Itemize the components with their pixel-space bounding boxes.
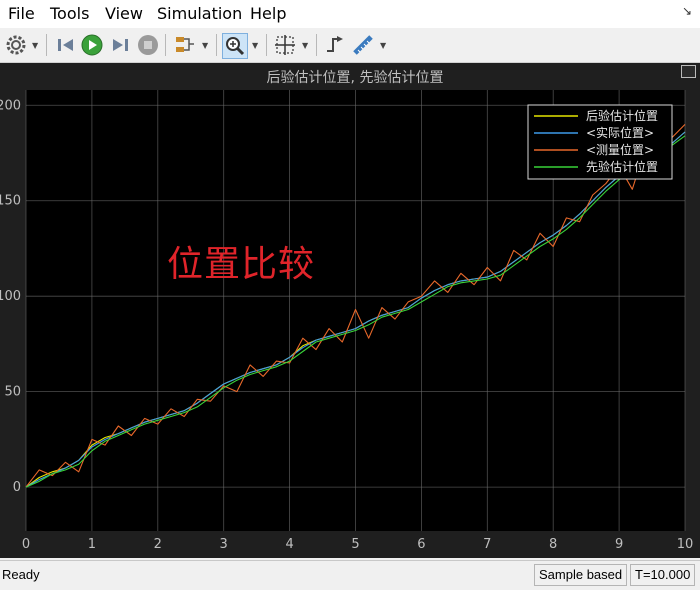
fit-to-view-icon[interactable] bbox=[273, 33, 297, 57]
legend-label: <实际位置> bbox=[586, 125, 654, 140]
legend-label: 后验估计位置 bbox=[586, 108, 658, 123]
y-tick-label: 150 bbox=[0, 194, 21, 209]
toolbar-separator bbox=[266, 34, 267, 56]
chevron-down-icon[interactable]: ▼ bbox=[202, 41, 208, 50]
legend-label: 先验估计位置 bbox=[586, 159, 658, 174]
chart: 后验估计位置, 先验估计位置 0 1 2 3 4 5 6 7 8 9 10050100150200 … bbox=[0, 70, 694, 552]
y-tick-label: 200 bbox=[0, 98, 21, 113]
zoom-in-icon[interactable] bbox=[222, 33, 248, 59]
menu-tools[interactable]: Tools bbox=[50, 4, 89, 23]
x-tick-label: 1 bbox=[88, 537, 96, 552]
x-tick-label: 3 bbox=[220, 537, 228, 552]
toolbar-separator bbox=[165, 34, 166, 56]
signal-selector-icon[interactable] bbox=[173, 33, 197, 57]
status-ready: Ready bbox=[2, 567, 40, 582]
y-tick-label: 100 bbox=[0, 289, 21, 304]
annotation-text: 位置比较 bbox=[167, 244, 316, 285]
legend-label: <测量位置> bbox=[586, 142, 654, 157]
y-tick-label: 0 bbox=[13, 480, 21, 495]
sample-mode-indicator: Sample based bbox=[534, 564, 628, 586]
menu-bar: File Tools View Simulation Help ↘ bbox=[0, 0, 700, 28]
y-tick-label: 50 bbox=[4, 385, 21, 400]
legend[interactable]: 后验估计位置 <实际位置> <测量位置> 先验估计位置 bbox=[527, 104, 673, 180]
x-tick-label: 5 bbox=[351, 537, 359, 552]
x-tick-label: 6 bbox=[417, 537, 425, 552]
x-tick-label: 8 bbox=[549, 537, 557, 552]
x-tick-label: 0 bbox=[22, 537, 30, 552]
chevron-down-icon[interactable]: ▼ bbox=[32, 41, 38, 50]
step-back-icon[interactable] bbox=[54, 33, 78, 57]
toolbar: ▼ ▼ ▼ ▼ ▼ bbox=[0, 28, 700, 63]
x-tick-label: 2 bbox=[154, 537, 162, 552]
run-icon[interactable] bbox=[80, 33, 104, 57]
chevron-down-icon[interactable]: ▼ bbox=[302, 41, 308, 50]
x-tick-label: 9 bbox=[615, 537, 623, 552]
toolbar-separator bbox=[316, 34, 317, 56]
gear-icon[interactable] bbox=[4, 33, 28, 57]
stop-icon[interactable] bbox=[136, 33, 160, 57]
triggers-icon[interactable] bbox=[323, 33, 347, 57]
toolbar-separator bbox=[216, 34, 217, 56]
step-forward-icon[interactable] bbox=[108, 33, 132, 57]
status-bar: Ready Sample based T=10.000 bbox=[0, 560, 700, 590]
x-tick-label: 7 bbox=[483, 537, 491, 552]
x-tick-label: 10 bbox=[677, 537, 694, 552]
menu-view[interactable]: View bbox=[105, 4, 143, 23]
menu-file[interactable]: File bbox=[8, 4, 35, 23]
arrow-icon[interactable]: ↘ bbox=[682, 4, 692, 18]
cursor-measurements-icon[interactable] bbox=[351, 33, 375, 57]
chevron-down-icon[interactable]: ▼ bbox=[380, 41, 386, 50]
scope-figure: 后验估计位置, 先验估计位置 0 1 2 3 4 5 6 7 8 9 10 0 50 100 150 200 … bbox=[0, 63, 700, 558]
menu-simulation[interactable]: Simulation bbox=[157, 4, 242, 23]
toolbar-separator bbox=[46, 34, 47, 56]
x-tick-label: 4 bbox=[285, 537, 293, 552]
time-indicator: T=10.000 bbox=[630, 564, 696, 586]
menu-help[interactable]: Help bbox=[250, 4, 286, 23]
chart-title: 后验估计位置, 先验估计位置 bbox=[267, 70, 444, 86]
chevron-down-icon[interactable]: ▼ bbox=[252, 41, 258, 50]
restore-icon[interactable] bbox=[681, 65, 696, 78]
